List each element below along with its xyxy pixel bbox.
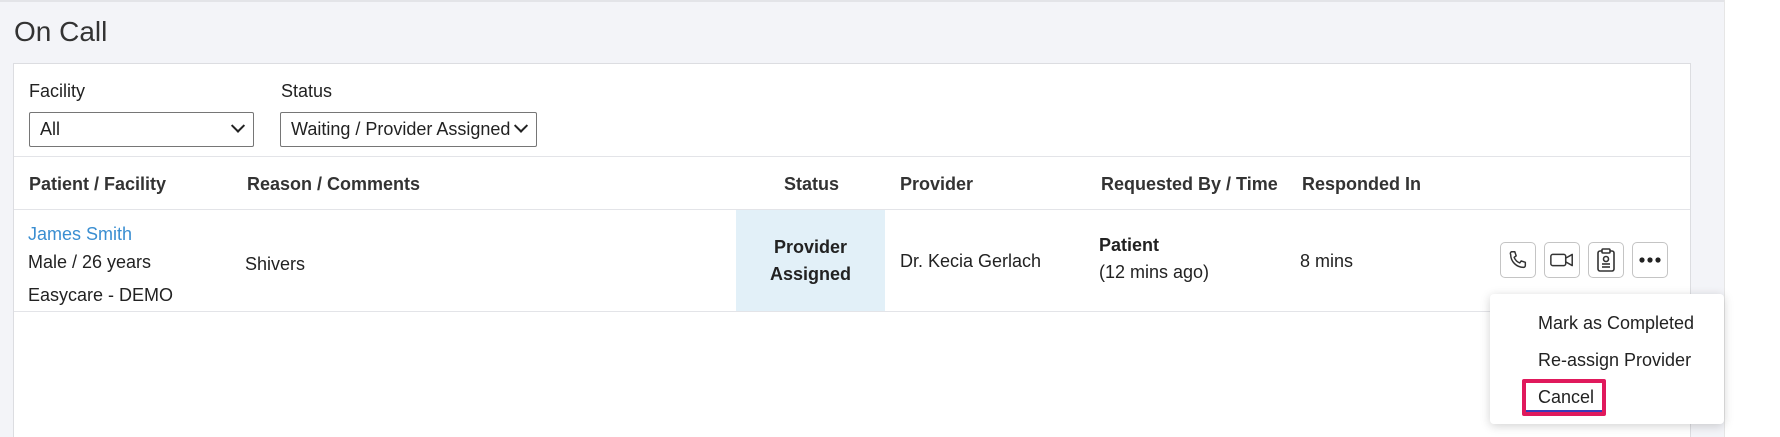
provider-name: Dr. Kecia Gerlach <box>900 251 1042 271</box>
column-header-reason: Reason / Comments <box>247 174 421 194</box>
call-button[interactable] <box>1500 242 1536 278</box>
filters-bar: Facility All Status Waiting / Provider A… <box>14 64 1690 157</box>
video-icon <box>1550 253 1573 267</box>
patient-facility: Easycare - DEMO <box>28 285 174 305</box>
column-header-provider: Provider <box>900 174 974 194</box>
status-badge: Provider Assigned <box>736 210 885 311</box>
more-options-menu: Mark as Completed Re-assign Provider Can… <box>1490 294 1724 424</box>
requested-time: (12 mins ago) <box>1099 262 1210 282</box>
clipboard-icon <box>1597 248 1615 272</box>
status-filter-label: Status <box>281 81 333 101</box>
column-header-responded-in: Responded In <box>1302 174 1422 194</box>
facility-select[interactable]: All <box>29 112 254 147</box>
video-call-button[interactable] <box>1544 242 1580 278</box>
top-border <box>0 0 1724 2</box>
responded-in: 8 mins <box>1300 251 1354 271</box>
status-line-2: Assigned <box>769 263 852 284</box>
requested-by: Patient <box>1099 235 1160 255</box>
menu-item-mark-completed[interactable]: Mark as Completed <box>1538 313 1694 334</box>
table-header: Patient / Facility Reason / Comments Sta… <box>14 157 1690 210</box>
status-line-1: Provider <box>773 236 848 257</box>
status-select-value: Waiting / Provider Assigned <box>291 119 511 139</box>
more-options-button[interactable] <box>1632 242 1668 278</box>
column-header-patient: Patient / Facility <box>29 174 167 194</box>
page-title: On Call <box>14 16 108 47</box>
column-header-status: Status <box>784 174 840 194</box>
phone-icon <box>1509 251 1527 269</box>
status-select[interactable]: Waiting / Provider Assigned <box>280 112 537 147</box>
menu-item-reassign-provider[interactable]: Re-assign Provider <box>1538 350 1691 371</box>
patient-name-link[interactable]: James Smith <box>28 224 132 245</box>
patient-info: Male / 26 years <box>28 252 152 272</box>
reason-text: Shivers <box>245 254 306 274</box>
clipboard-button[interactable] <box>1588 242 1624 278</box>
on-call-card: Facility All Status Waiting / Provider A… <box>13 63 1691 437</box>
more-icon <box>1639 257 1661 263</box>
facility-filter-label: Facility <box>29 81 86 101</box>
facility-select-value: All <box>40 119 61 139</box>
menu-item-cancel[interactable]: Cancel <box>1538 387 1594 408</box>
column-header-requested-by: Requested By / Time <box>1101 174 1278 194</box>
chevron-down-icon <box>513 118 529 133</box>
chevron-down-icon <box>230 118 246 133</box>
table-row: James Smith Male / 26 years Easycare - D… <box>14 210 1690 312</box>
right-side-panel <box>1724 0 1780 437</box>
